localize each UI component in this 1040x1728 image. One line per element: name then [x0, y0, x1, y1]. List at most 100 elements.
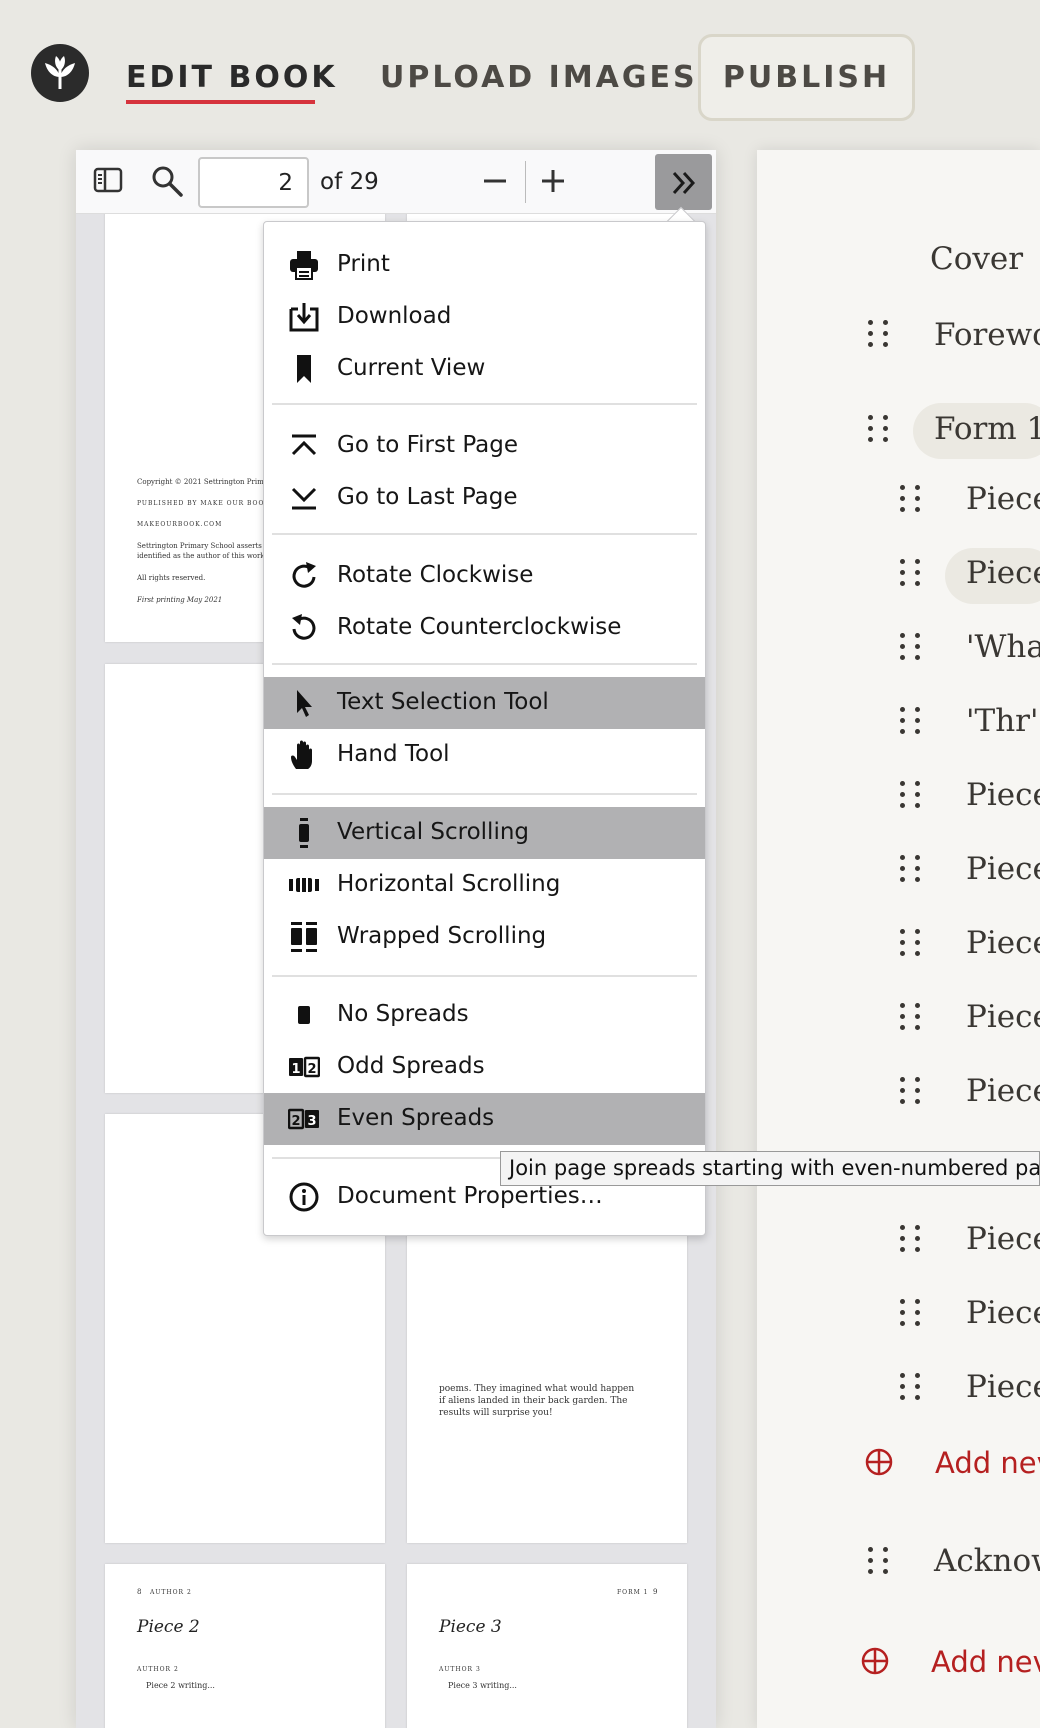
drag-handle-icon[interactable]: [900, 855, 922, 883]
nav-edit-book[interactable]: EDIT BOOK: [126, 60, 338, 95]
sidebar-toggle-icon[interactable]: [92, 164, 124, 196]
menu-download[interactable]: Download: [264, 291, 705, 343]
toc-item-piece[interactable]: Piece: [966, 777, 1040, 813]
menu-separator: [272, 975, 697, 977]
drag-handle-icon[interactable]: [868, 415, 890, 443]
toc-item-thr[interactable]: 'Thr': [966, 703, 1039, 739]
menu-rotate-ccw[interactable]: Rotate Counterclockwise: [264, 602, 705, 654]
menu-print[interactable]: Print: [264, 239, 705, 291]
menu-label: Wrapped Scrolling: [337, 923, 547, 949]
drag-handle-icon[interactable]: [900, 781, 922, 809]
svg-text:3: 3: [307, 1114, 316, 1129]
toc-item-piece[interactable]: Piece: [966, 1073, 1040, 1109]
drag-handle-icon[interactable]: [900, 559, 922, 587]
menu-separator: [272, 663, 697, 665]
even-spreads-icon: 2 3: [288, 1108, 319, 1130]
menu-text-selection-tool[interactable]: Text Selection Tool: [264, 677, 705, 729]
cursor-arrow-icon: [297, 690, 312, 717]
table-of-contents-panel: Cover Forewor Form 1 Piece Piece 'Wha 'T…: [757, 150, 1040, 1728]
toc-item-piece[interactable]: Piece: [966, 555, 1040, 591]
svg-text:2: 2: [307, 1062, 316, 1077]
add-circle-icon[interactable]: [861, 1647, 889, 1675]
menu-label: Document Properties…: [337, 1183, 603, 1209]
active-tab-underline: [126, 100, 315, 104]
menu-first-page[interactable]: Go to First Page: [264, 420, 705, 472]
drag-handle-icon[interactable]: [900, 1003, 922, 1031]
piece-body: Piece 3 writing...: [448, 1681, 517, 1690]
toc-item-piece[interactable]: Piece: [966, 481, 1040, 517]
toc-item-foreword[interactable]: Forewor: [934, 317, 1040, 353]
single-page-icon: [298, 1006, 310, 1024]
menu-horizontal-scrolling[interactable]: Horizontal Scrolling: [264, 859, 705, 911]
piece-author: author 3: [439, 1666, 481, 1673]
toc-item-piece[interactable]: Piece: [966, 1295, 1040, 1331]
leaf-icon: [45, 56, 75, 89]
page-number: 8: [137, 1588, 142, 1596]
drag-handle-icon[interactable]: [900, 1077, 922, 1105]
menu-last-page[interactable]: Go to Last Page: [264, 472, 705, 524]
menu-label: Hand Tool: [337, 741, 450, 767]
running-header: author 2: [150, 1589, 192, 1596]
secondary-toolbar-menu: Print Download Current View Go to First …: [263, 221, 706, 1236]
hand-icon: [291, 740, 312, 769]
toc-item-form-1[interactable]: Form 1: [934, 411, 1040, 447]
last-page-icon: [291, 487, 317, 510]
drag-handle-icon[interactable]: [868, 320, 890, 348]
drag-handle-icon[interactable]: [900, 1299, 922, 1327]
published-by: published by make our book: [137, 500, 270, 507]
menu-label: Odd Spreads: [337, 1053, 485, 1079]
toc-item-piece[interactable]: Piece: [966, 925, 1040, 961]
app-logo[interactable]: [31, 44, 89, 102]
menu-current-view[interactable]: Current View: [264, 343, 705, 395]
identified-line: identified as the author of this work.: [137, 552, 267, 560]
drag-handle-icon[interactable]: [900, 633, 922, 661]
page-number-input[interactable]: [198, 157, 309, 208]
menu-even-spreads[interactable]: 2 3 Even Spreads: [264, 1093, 705, 1145]
menu-no-spreads[interactable]: No Spreads: [264, 989, 705, 1041]
add-new-section-link[interactable]: Add nev: [931, 1645, 1040, 1679]
menu-label: Print: [337, 251, 390, 277]
nav-upload-images[interactable]: UPLOAD IMAGES: [380, 60, 698, 95]
search-icon[interactable]: [150, 164, 184, 198]
zoom-in-icon[interactable]: [538, 166, 568, 196]
toc-item-acknowledgements[interactable]: Acknow: [934, 1543, 1040, 1579]
menu-wrapped-scrolling[interactable]: Wrapped Scrolling: [264, 911, 705, 963]
menu-hand-tool[interactable]: Hand Tool: [264, 729, 705, 781]
toc-item-cover[interactable]: Cover: [930, 241, 1023, 277]
drag-handle-icon[interactable]: [868, 1547, 890, 1575]
first-page-icon: [291, 434, 317, 456]
piece-body: Piece 2 writing...: [146, 1681, 215, 1690]
piece-author: author 2: [137, 1666, 179, 1673]
copyright-line: Copyright © 2021 Settrington Primar: [137, 478, 272, 486]
publish-button[interactable]: PUBLISH: [698, 34, 915, 121]
drag-handle-icon[interactable]: [900, 1373, 922, 1401]
drag-handle-icon[interactable]: [900, 485, 922, 513]
menu-odd-spreads[interactable]: 1 2 Odd Spreads: [264, 1041, 705, 1093]
drag-handle-icon[interactable]: [900, 707, 922, 735]
piece-title: Piece 3: [439, 1617, 502, 1637]
menu-vertical-scrolling[interactable]: Vertical Scrolling: [264, 807, 705, 859]
menu-label: Download: [337, 303, 452, 329]
zoom-out-icon[interactable]: [480, 166, 510, 196]
menu-label: No Spreads: [337, 1001, 469, 1027]
menu-separator: [272, 403, 697, 405]
drag-handle-icon[interactable]: [900, 929, 922, 957]
rotate-counterclockwise-icon: [292, 614, 316, 640]
menu-rotate-cw[interactable]: Rotate Clockwise: [264, 550, 705, 602]
drag-handle-icon[interactable]: [900, 1225, 922, 1253]
rights-line: All rights reserved.: [137, 574, 206, 582]
add-new-piece-link[interactable]: Add nev: [935, 1446, 1040, 1480]
add-circle-icon[interactable]: [865, 1448, 893, 1476]
toc-item-piece[interactable]: Piece: [966, 1369, 1040, 1405]
tools-menu-button[interactable]: [655, 154, 712, 210]
pdf-page-8: 8 author 2 Piece 2 author 2 Piece 2 writ…: [105, 1564, 385, 1728]
page-number: 9: [653, 1588, 658, 1596]
toc-item-piece[interactable]: Piece: [966, 999, 1040, 1035]
toc-item-piece[interactable]: Piece: [966, 851, 1040, 887]
svg-text:2: 2: [291, 1114, 300, 1129]
toc-item-what[interactable]: 'Wha: [966, 629, 1040, 665]
toc-item-piece[interactable]: Piece: [966, 1221, 1040, 1257]
wrapped-scroll-icon: [291, 922, 317, 952]
bookmark-icon: [297, 355, 311, 383]
printer-icon: [290, 251, 318, 280]
